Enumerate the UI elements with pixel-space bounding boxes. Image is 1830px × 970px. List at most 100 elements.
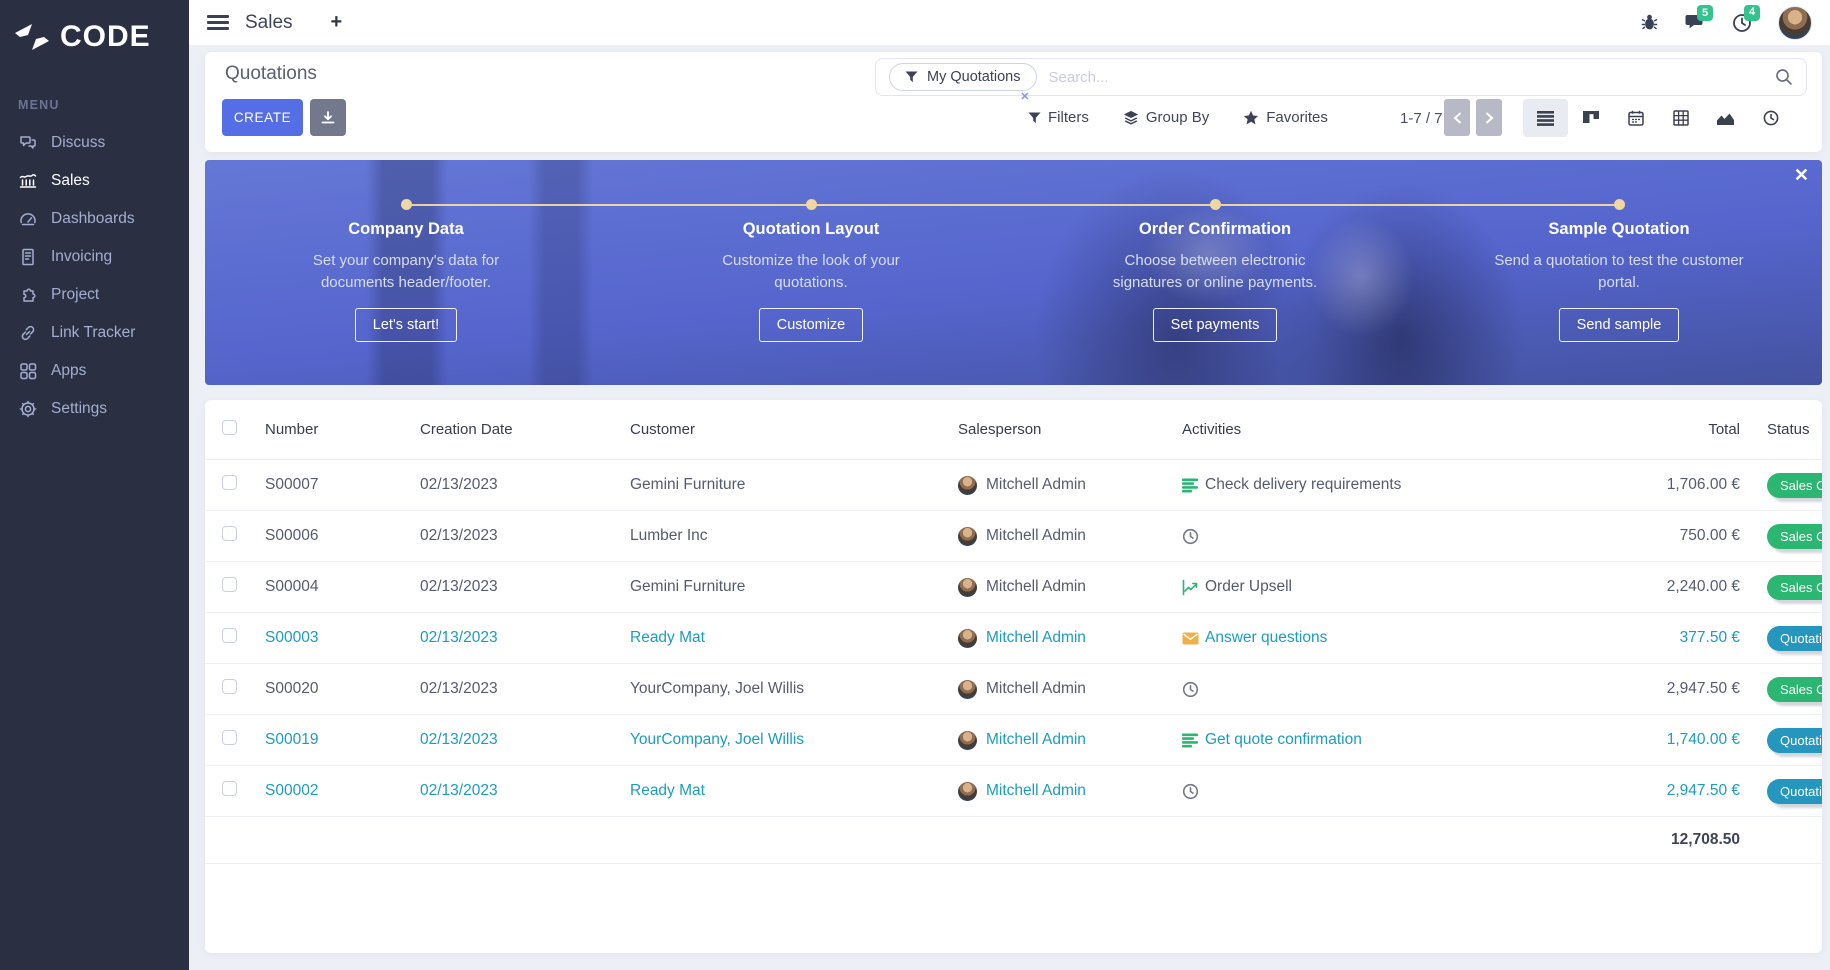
row-checkbox[interactable]	[222, 628, 237, 643]
status-badge: Sales Order	[1767, 523, 1822, 549]
column-header-activities[interactable]: Activities	[1182, 421, 1531, 438]
activity-cell[interactable]: Check delivery requirements	[1182, 476, 1531, 494]
sidebar-item-label: Discuss	[51, 134, 106, 151]
select-all-checkbox[interactable]	[222, 420, 237, 435]
view-list-icon[interactable]	[1523, 99, 1568, 137]
row-checkbox[interactable]	[222, 679, 237, 694]
debug-bug-icon[interactable]	[1640, 13, 1659, 32]
sidebar-item-project[interactable]: Project	[0, 276, 189, 314]
salesperson-avatar	[958, 475, 977, 495]
sidebar-item-sales[interactable]: Sales	[0, 162, 189, 200]
lets-start-button[interactable]: Let's start!	[354, 307, 458, 342]
customize-button[interactable]: Customize	[758, 307, 864, 342]
messages-icon[interactable]: 5	[1685, 5, 1714, 32]
send-sample-button[interactable]: Send sample	[1558, 307, 1680, 342]
view-pivot-icon[interactable]	[1658, 99, 1703, 137]
sidebar-item-apps[interactable]: Apps	[0, 352, 189, 390]
activity-icon	[1182, 579, 1199, 596]
row-checkbox[interactable]	[222, 577, 237, 592]
table-row[interactable]: S00006 02/13/2023 Lumber Inc Mitchell Ad…	[205, 511, 1822, 562]
sidebar-item-label: Dashboards	[51, 210, 135, 227]
search-icon[interactable]	[1775, 68, 1793, 86]
activity-cell[interactable]: Answer questions	[1182, 629, 1531, 647]
column-header-total[interactable]: Total	[1531, 421, 1740, 438]
bank-icon	[18, 171, 38, 191]
sidebar-item-invoicing[interactable]: Invoicing	[0, 238, 189, 276]
activity-cell[interactable]: Order Upsell	[1182, 578, 1531, 596]
salesperson-name: Mitchell Admin	[986, 476, 1086, 493]
search-bar[interactable]: My Quotations ✕	[875, 58, 1807, 103]
new-tab-button[interactable]: +	[331, 11, 343, 34]
customer-name: YourCompany, Joel Willis	[630, 680, 805, 697]
sidebar-item-label: Link Tracker	[51, 324, 136, 341]
table-row[interactable]: S00003 02/13/2023 Ready Mat Mitchell Adm…	[205, 613, 1822, 664]
salesperson-name: Mitchell Admin	[986, 629, 1086, 646]
table-row[interactable]: S00002 02/13/2023 Ready Mat Mitchell Adm…	[205, 766, 1822, 817]
favorites-button[interactable]: Favorites	[1243, 109, 1328, 126]
activity-icon	[1182, 681, 1199, 698]
export-button[interactable]	[310, 99, 346, 136]
close-icon[interactable]: ✕	[1794, 166, 1809, 184]
activity-label: Get quote confirmation	[1205, 731, 1362, 748]
total-amount: 2,240.00 €	[1666, 578, 1740, 595]
total-amount: 1,740.00 €	[1666, 731, 1740, 748]
brand[interactable]: CODE	[0, 0, 189, 64]
sidebar-item-link-tracker[interactable]: Link Tracker	[0, 314, 189, 352]
puzzle-icon	[18, 285, 38, 305]
customer-name: Lumber Inc	[630, 527, 708, 544]
column-header-salesperson[interactable]: Salesperson	[958, 421, 1182, 438]
activity-cell[interactable]	[1182, 528, 1531, 545]
table-row[interactable]: S00004 02/13/2023 Gemini Furniture Mitch…	[205, 562, 1822, 613]
favorites-label: Favorites	[1266, 109, 1328, 126]
quotation-number: S00002	[265, 782, 319, 799]
column-header-creation-date[interactable]: Creation Date	[420, 421, 630, 438]
activity-cell[interactable]	[1182, 681, 1531, 698]
group-by-label: Group By	[1145, 109, 1210, 126]
activity-cell[interactable]	[1182, 783, 1531, 800]
activity-icon	[1182, 732, 1199, 749]
filters-button[interactable]: Filters	[1028, 109, 1089, 126]
salesperson-avatar	[958, 730, 977, 750]
table-row[interactable]: S00007 02/13/2023 Gemini Furniture Mitch…	[205, 460, 1822, 511]
table-header: Number Creation Date Customer Salesperso…	[205, 400, 1822, 460]
timeline-line	[406, 204, 1619, 206]
table-row[interactable]: S00020 02/13/2023 YourCompany, Joel Will…	[205, 664, 1822, 715]
row-checkbox[interactable]	[222, 526, 237, 541]
pager-next-button[interactable]	[1476, 99, 1502, 136]
sidebar-item-settings[interactable]: Settings	[0, 390, 189, 428]
column-header-status[interactable]: Status	[1740, 421, 1822, 438]
quotation-number: S00019	[265, 731, 319, 748]
search-input[interactable]	[1048, 68, 1775, 86]
timeline-dot	[1210, 199, 1221, 210]
create-button[interactable]: CREATE	[222, 99, 303, 136]
set-payments-button[interactable]: Set payments	[1152, 307, 1278, 342]
page-title: Quotations	[225, 63, 317, 84]
view-activity-icon[interactable]	[1748, 99, 1793, 137]
activity-label: Order Upsell	[1205, 578, 1292, 595]
activity-cell[interactable]: Get quote confirmation	[1182, 731, 1531, 749]
row-checkbox[interactable]	[222, 475, 237, 490]
customer-name: Ready Mat	[630, 782, 705, 799]
sidebar-item-dashboards[interactable]: Dashboards	[0, 200, 189, 238]
group-by-button[interactable]: Group By	[1123, 109, 1209, 126]
step-title: Quotation Layout	[742, 220, 880, 238]
row-checkbox[interactable]	[222, 730, 237, 745]
salesperson-avatar	[958, 679, 977, 699]
salesperson-avatar	[958, 526, 977, 546]
creation-date: 02/13/2023	[420, 680, 498, 697]
table-row[interactable]: S00019 02/13/2023 YourCompany, Joel Will…	[205, 715, 1822, 766]
sidebar-item-discuss[interactable]: Discuss	[0, 124, 189, 162]
quotation-number: S00020	[265, 680, 319, 697]
row-checkbox[interactable]	[222, 781, 237, 796]
menu-toggle-icon[interactable]	[207, 11, 229, 33]
column-header-customer[interactable]: Customer	[630, 421, 958, 438]
user-avatar[interactable]	[1778, 5, 1812, 40]
search-facet-my-quotations[interactable]: My Quotations ✕	[889, 63, 1037, 103]
activities-clock-icon[interactable]: 4	[1732, 4, 1761, 33]
view-graph-icon[interactable]	[1703, 99, 1748, 137]
salesperson-name: Mitchell Admin	[986, 578, 1086, 595]
view-calendar-icon[interactable]	[1613, 99, 1658, 137]
pager-previous-button[interactable]	[1444, 99, 1470, 136]
view-kanban-icon[interactable]	[1568, 99, 1613, 137]
column-header-number[interactable]: Number	[265, 421, 420, 438]
